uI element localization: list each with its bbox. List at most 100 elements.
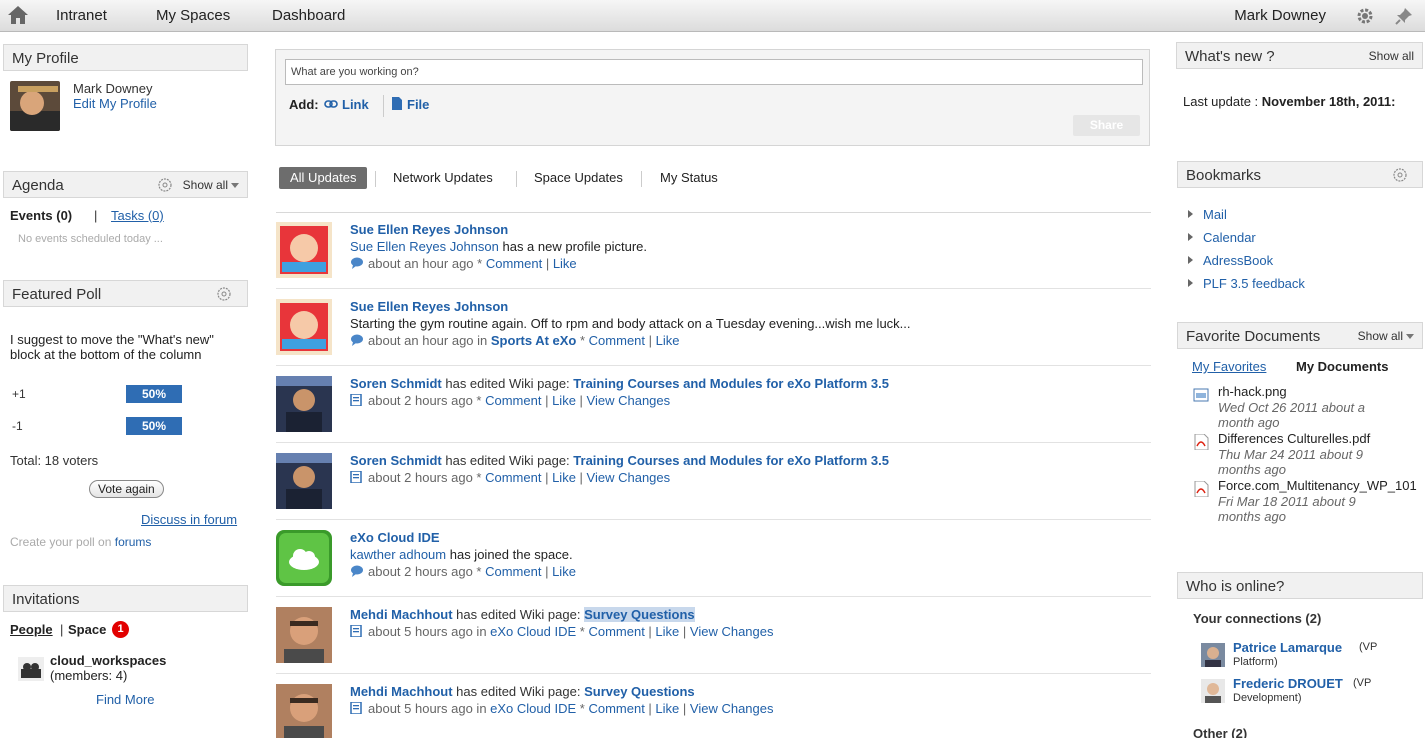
- comment-link[interactable]: Comment: [589, 333, 645, 348]
- tab-my-documents[interactable]: My Documents: [1296, 359, 1388, 374]
- vote-again-button[interactable]: Vote again: [89, 480, 164, 498]
- bookmark-item[interactable]: PLF 3.5 feedback: [1188, 276, 1305, 291]
- nav-my-spaces[interactable]: My Spaces: [156, 7, 230, 24]
- user-avatar[interactable]: [1201, 643, 1225, 667]
- invitation-space-name[interactable]: cloud_workspaces: [50, 653, 166, 668]
- add-link-button[interactable]: Link: [324, 97, 369, 112]
- create-poll-prefix: Create your poll on: [10, 535, 112, 549]
- share-button[interactable]: Share: [1073, 115, 1140, 136]
- comment-link[interactable]: Comment: [486, 256, 542, 271]
- settings-icon[interactable]: [216, 286, 232, 302]
- activity-title: Soren Schmidt has edited Wiki page: Trai…: [350, 376, 889, 391]
- activity-space-link[interactable]: eXo Cloud IDE: [490, 701, 576, 716]
- settings-icon[interactable]: [157, 177, 173, 193]
- comment-link[interactable]: Comment: [485, 393, 541, 408]
- document-name[interactable]: Differences Culturelles.pdf: [1218, 431, 1370, 446]
- nav-intranet[interactable]: Intranet: [56, 7, 107, 24]
- bookmark-label[interactable]: AdressBook: [1203, 253, 1273, 268]
- profile-avatar[interactable]: [10, 81, 60, 131]
- find-more-link[interactable]: Find More: [96, 692, 155, 707]
- user-menu[interactable]: Mark Downey: [1234, 7, 1326, 24]
- bookmark-label[interactable]: Mail: [1203, 207, 1227, 222]
- activity-avatar[interactable]: [276, 530, 332, 586]
- activity-space-link[interactable]: Sports At eXo: [491, 333, 576, 348]
- activity-author-link[interactable]: Sue Ellen Reyes Johnson: [350, 299, 508, 314]
- user-avatar[interactable]: [1201, 679, 1225, 703]
- forums-link[interactable]: forums: [115, 535, 152, 549]
- chevron-right-icon: [1188, 233, 1193, 241]
- activity-avatar[interactable]: [276, 453, 332, 509]
- like-link[interactable]: Like: [552, 393, 576, 408]
- nav-dashboard[interactable]: Dashboard: [272, 7, 345, 24]
- activity-space-link[interactable]: eXo Cloud IDE: [490, 624, 576, 639]
- tab-all-updates[interactable]: All Updates: [279, 167, 368, 189]
- like-link[interactable]: Like: [552, 470, 576, 485]
- bookmark-label[interactable]: Calendar: [1203, 230, 1256, 245]
- wiki-page-link[interactable]: Training Courses and Modules for eXo Pla…: [573, 376, 889, 391]
- wiki-page-link[interactable]: Survey Questions: [584, 684, 695, 699]
- space-tab[interactable]: Space: [68, 622, 106, 637]
- activity-body-link[interactable]: kawther adhoum: [350, 547, 446, 562]
- activity-avatar[interactable]: [276, 299, 332, 355]
- activity-body-link[interactable]: Sue Ellen Reyes Johnson: [350, 239, 499, 254]
- tab-network-updates[interactable]: Network Updates: [382, 167, 504, 189]
- divider: [276, 288, 1151, 289]
- activity-author-link[interactable]: Sue Ellen Reyes Johnson: [350, 222, 508, 237]
- like-link[interactable]: Like: [656, 333, 680, 348]
- comment-link[interactable]: Comment: [588, 624, 644, 639]
- activity-item: eXo Cloud IDE kawther adhoum has joined t…: [276, 530, 1151, 600]
- view-changes-link[interactable]: View Changes: [587, 470, 671, 485]
- document-item[interactable]: Differences Culturelles.pdf Thu Mar 24 20…: [1193, 431, 1425, 477]
- view-changes-link[interactable]: View Changes: [690, 701, 774, 716]
- edit-profile-link[interactable]: Edit My Profile: [73, 96, 157, 111]
- whats-new-show-all[interactable]: Show all: [1369, 49, 1414, 63]
- document-name[interactable]: Force.com_Multitenancy_WP_101: [1218, 478, 1417, 493]
- comment-link[interactable]: Comment: [485, 564, 541, 579]
- activity-author-link[interactable]: eXo Cloud IDE: [350, 530, 440, 545]
- comment-link[interactable]: Comment: [588, 701, 644, 716]
- bookmark-item[interactable]: AdressBook: [1188, 253, 1273, 268]
- activity-avatar[interactable]: [276, 684, 332, 738]
- activity-in-text: in: [472, 701, 491, 716]
- pin-icon[interactable]: [1395, 7, 1413, 25]
- tab-my-status[interactable]: My Status: [649, 167, 729, 189]
- agenda-show-all[interactable]: Show all: [183, 178, 239, 192]
- tab-my-favorites[interactable]: My Favorites: [1192, 359, 1266, 374]
- wiki-page-link[interactable]: Training Courses and Modules for eXo Pla…: [573, 453, 889, 468]
- wiki-page-link[interactable]: Survey Questions: [584, 607, 695, 622]
- people-tab[interactable]: People: [10, 622, 53, 637]
- tab-space-updates[interactable]: Space Updates: [523, 167, 634, 189]
- activity-author-link[interactable]: Soren Schmidt: [350, 376, 442, 391]
- like-link[interactable]: Like: [552, 564, 576, 579]
- tab-separator: [516, 171, 517, 187]
- document-item[interactable]: rh-hack.png Wed Oct 26 2011 about a month…: [1193, 384, 1425, 430]
- activity-author-link[interactable]: Soren Schmidt: [350, 453, 442, 468]
- activity-action-text: has edited Wiki page:: [441, 376, 574, 391]
- view-changes-link[interactable]: View Changes: [690, 624, 774, 639]
- gear-icon[interactable]: [1356, 7, 1374, 25]
- activity-avatar[interactable]: [276, 222, 332, 278]
- bookmark-label[interactable]: PLF 3.5 feedback: [1203, 276, 1305, 291]
- wiki-page-icon: [350, 702, 362, 714]
- tasks-tab[interactable]: Tasks (0): [111, 208, 164, 223]
- settings-icon[interactable]: [1392, 167, 1408, 183]
- favorite-documents-show-all[interactable]: Show all: [1358, 329, 1414, 343]
- discuss-in-forum-link[interactable]: Discuss in forum: [141, 512, 237, 527]
- bookmark-item[interactable]: Mail: [1188, 207, 1227, 222]
- document-name[interactable]: rh-hack.png: [1218, 384, 1287, 399]
- events-tab[interactable]: Events (0): [10, 208, 72, 223]
- view-changes-link[interactable]: View Changes: [587, 393, 671, 408]
- status-input[interactable]: What are you working on?: [285, 59, 1143, 85]
- activity-author-link[interactable]: Mehdi Machhout: [350, 684, 453, 699]
- add-file-button[interactable]: File: [392, 97, 429, 112]
- activity-author-link[interactable]: Mehdi Machhout: [350, 607, 453, 622]
- document-item[interactable]: Force.com_Multitenancy_WP_101 Fri Mar 18 …: [1193, 478, 1425, 524]
- comment-link[interactable]: Comment: [485, 470, 541, 485]
- activity-avatar[interactable]: [276, 376, 332, 432]
- activity-avatar[interactable]: [276, 607, 332, 663]
- like-link[interactable]: Like: [553, 256, 577, 271]
- bookmark-item[interactable]: Calendar: [1188, 230, 1256, 245]
- home-icon[interactable]: [6, 4, 30, 26]
- like-link[interactable]: Like: [655, 701, 679, 716]
- like-link[interactable]: Like: [655, 624, 679, 639]
